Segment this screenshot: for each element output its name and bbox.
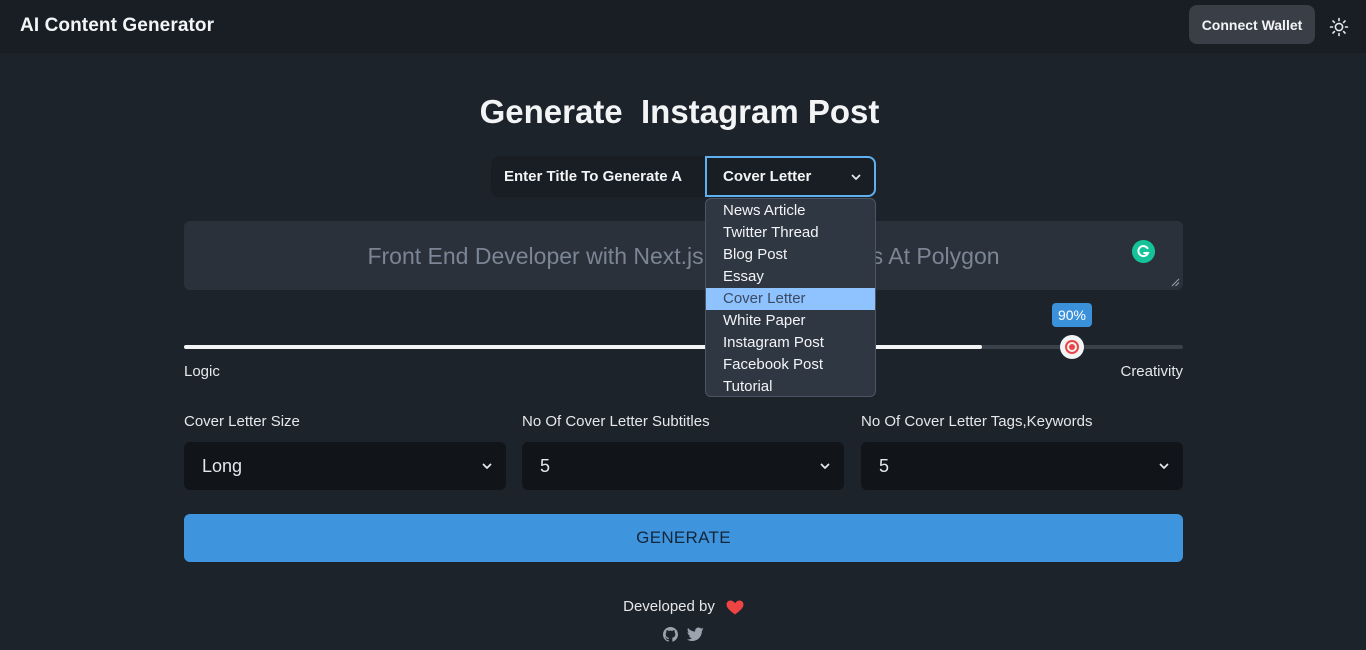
subtitles-label: No Of Cover Letter Subtitles (522, 413, 710, 430)
size-label: Cover Letter Size (184, 413, 300, 430)
creativity-slider[interactable] (184, 345, 1183, 349)
navbar: AI Content Generator Connect Wallet (0, 0, 1366, 53)
dropdown-option-essay[interactable]: Essay (706, 266, 875, 288)
resize-handle-icon[interactable] (1171, 278, 1180, 287)
size-select-value: Long (202, 455, 243, 476)
slider-value-badge: 90% (1052, 303, 1092, 327)
generate-button[interactable]: GENERATE (184, 514, 1183, 562)
tags-select[interactable]: 5 (861, 442, 1183, 490)
chevron-down-icon (1159, 463, 1169, 469)
chevron-down-icon (851, 174, 861, 180)
grammarly-icon[interactable] (1132, 240, 1155, 263)
size-select[interactable]: Long (184, 442, 506, 490)
tags-select-value: 5 (879, 455, 890, 476)
subtitles-select[interactable]: 5 (522, 442, 844, 490)
content-type-select[interactable]: Cover Letter (705, 156, 876, 197)
dropdown-option-news-article[interactable]: News Article (706, 200, 875, 222)
github-icon[interactable] (663, 627, 678, 642)
slider-min-label: Logic (184, 363, 220, 380)
dropdown-option-white-paper[interactable]: White Paper (706, 310, 875, 332)
page-title: Generate Instagram Post (479, 93, 880, 130)
dropdown-option-twitter-thread[interactable]: Twitter Thread (706, 222, 875, 244)
tags-label: No Of Cover Letter Tags,Keywords (861, 413, 1093, 430)
content-type-selected: Cover Letter (723, 168, 812, 185)
dropdown-option-blog-post[interactable]: Blog Post (706, 244, 875, 266)
sun-icon[interactable] (1329, 17, 1349, 37)
title-prompt-label: Enter Title To Generate A (491, 156, 706, 197)
subtitles-select-value: 5 (540, 455, 551, 476)
chevron-down-icon (820, 463, 830, 469)
dropdown-option-facebook-post[interactable]: Facebook Post (706, 354, 875, 376)
dropdown-option-tutorial[interactable]: Tutorial (706, 376, 875, 398)
heart-icon (726, 600, 744, 615)
app-title[interactable]: AI Content Generator (20, 15, 214, 37)
slider-max-label: Creativity (1120, 363, 1183, 380)
chevron-down-icon (482, 463, 492, 469)
dropdown-option-instagram-post[interactable]: Instagram Post (706, 332, 875, 354)
footer-developed-by: Developed by (623, 598, 715, 615)
slider-thumb[interactable] (1060, 335, 1084, 359)
connect-wallet-button[interactable]: Connect Wallet (1189, 5, 1315, 44)
content-type-dropdown: News Article Twitter Thread Blog Post Es… (705, 198, 876, 397)
title-input-text: Front End Developer with Next.js s At Pol… (367, 243, 1000, 269)
twitter-icon[interactable] (687, 627, 704, 642)
title-input[interactable]: Front End Developer with Next.js s At Pol… (184, 221, 1183, 290)
dropdown-option-cover-letter[interactable]: Cover Letter (706, 288, 875, 310)
